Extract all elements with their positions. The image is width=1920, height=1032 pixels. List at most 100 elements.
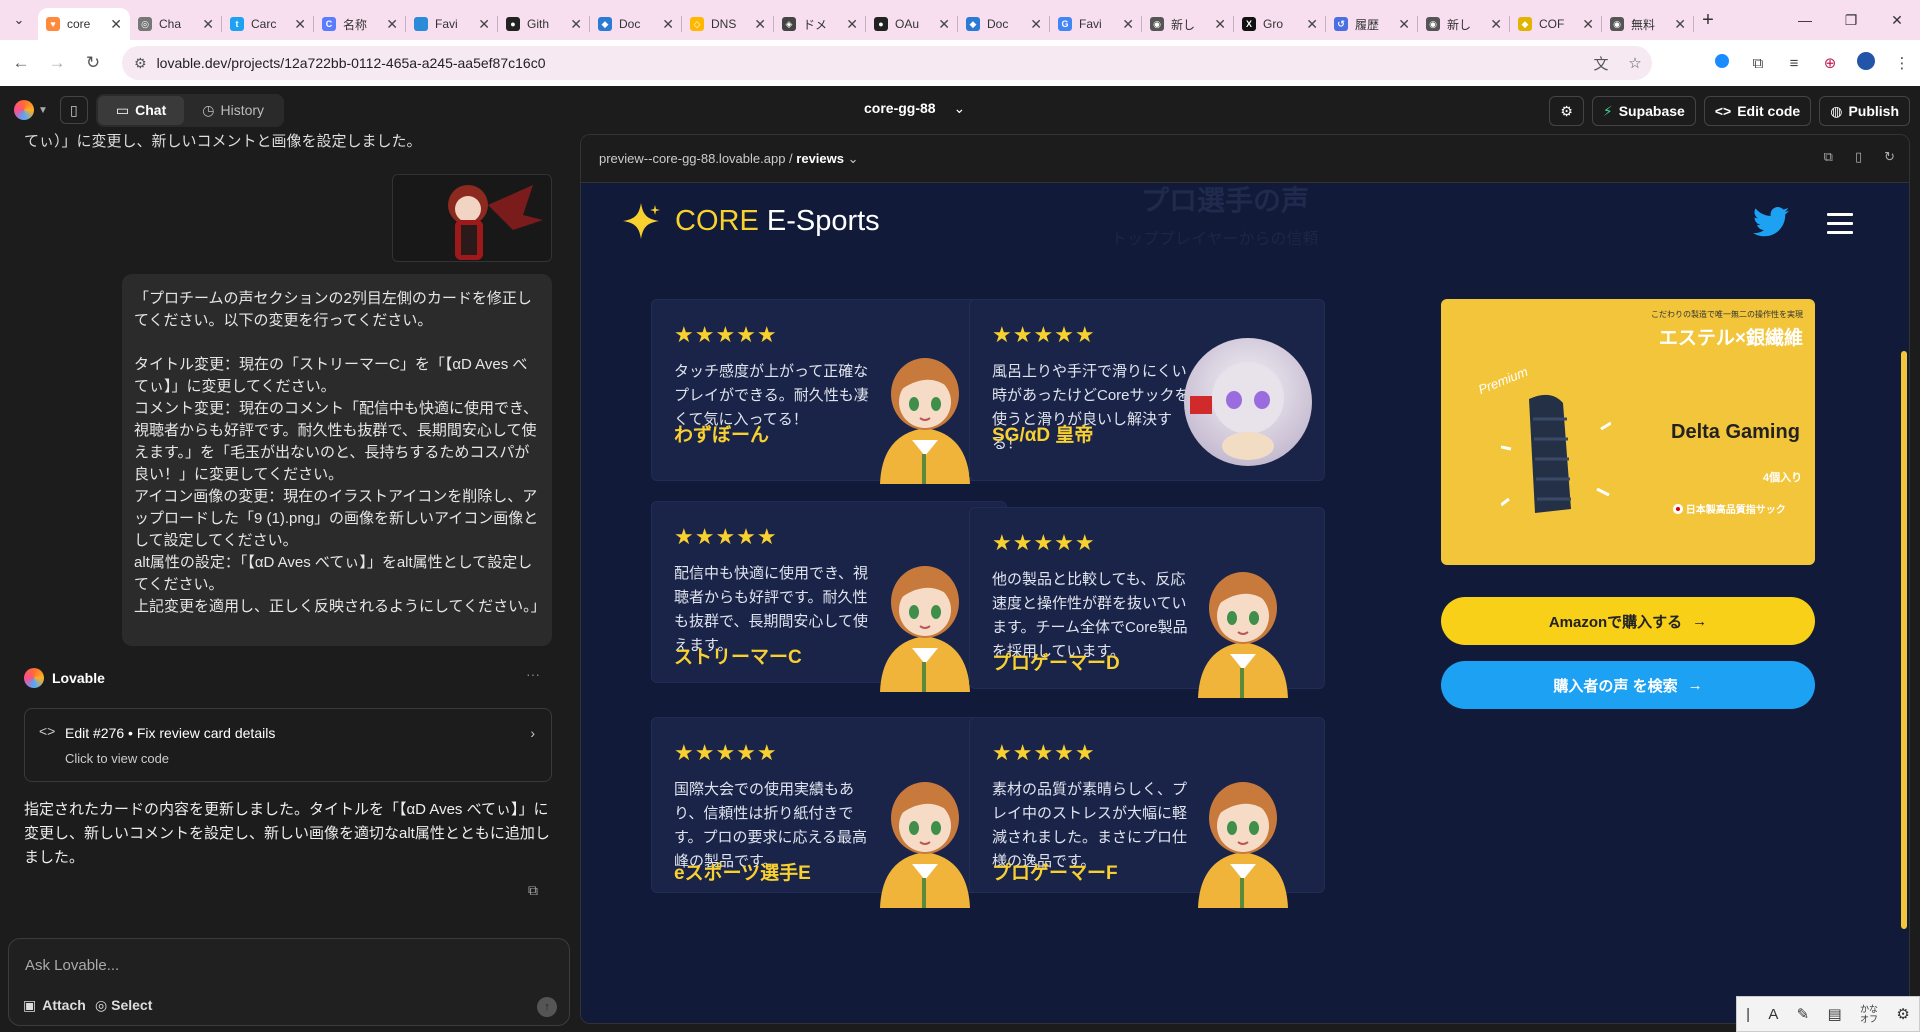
refresh-preview-icon[interactable]: ↻ <box>1884 149 1895 165</box>
tab-close-icon[interactable]: ✕ <box>294 16 306 33</box>
browser-tab[interactable]: ◆ COF ✕ <box>1510 8 1602 40</box>
mobile-view-icon[interactable]: ▯ <box>1855 149 1862 165</box>
tab-close-icon[interactable]: ✕ <box>1674 16 1686 33</box>
tab-close-icon[interactable]: ✕ <box>1582 16 1594 33</box>
browser-tab[interactable]: ◇ DNS ✕ <box>682 8 774 40</box>
amazon-buy-button[interactable]: Amazonで購入する → <box>1441 597 1815 645</box>
tab-close-icon[interactable]: ✕ <box>938 16 950 33</box>
edit-code-button[interactable]: <> Edit code <box>1703 96 1812 126</box>
search-reviews-button[interactable]: 購入者の声 を検索 → <box>1441 661 1815 709</box>
ime-mode-icon[interactable]: A <box>1768 1006 1778 1023</box>
tab-close-icon[interactable]: ✕ <box>570 16 582 33</box>
tab-close-icon[interactable]: ✕ <box>478 16 490 33</box>
send-button[interactable]: ↑ <box>537 997 557 1017</box>
new-tab-button[interactable]: + <box>1694 9 1722 32</box>
hamburger-menu-icon[interactable] <box>1827 213 1853 240</box>
tab-close-icon[interactable]: ✕ <box>662 16 674 33</box>
bookmark-star-icon[interactable]: ☆ <box>1618 54 1652 72</box>
profile-avatar[interactable] <box>1848 52 1884 74</box>
browser-toolbar: ← → ↻ ⚙ lovable.dev/projects/12a722bb-01… <box>0 40 1920 86</box>
tab-title: ドメ <box>803 17 828 32</box>
close-window-icon[interactable]: ✕ <box>1874 0 1920 40</box>
tab-close-icon[interactable]: ✕ <box>1490 16 1502 33</box>
supabase-button[interactable]: ⚡ Supabase <box>1591 96 1696 126</box>
browser-tab[interactable]: ◉ 無料 ✕ <box>1602 8 1694 40</box>
browser-tab[interactable]: ◆ Doc ✕ <box>958 8 1050 40</box>
tab-search-chevron-icon[interactable]: ⌄ <box>0 0 38 40</box>
ime-dict-icon[interactable]: ▤ <box>1828 1005 1842 1023</box>
settings-button[interactable]: ⚙ <box>1549 96 1584 126</box>
preview-url[interactable]: preview--core-gg-88.lovable.app / review… <box>599 151 859 167</box>
browser-menu-icon[interactable]: ⋮ <box>1884 54 1920 72</box>
twitter-icon[interactable] <box>1751 207 1791 237</box>
ime-kana-toggle[interactable]: かな オフ <box>1860 1004 1878 1024</box>
open-in-new-tab-icon[interactable]: ⧉ <box>1824 149 1833 165</box>
site-brand[interactable]: CORE E-Sports <box>621 201 880 241</box>
tab-close-icon[interactable]: ✕ <box>846 16 858 33</box>
chat-input[interactable]: Ask Lovable... ▣ Attach ◎ Select ↑ <box>8 938 570 1026</box>
brand-core: CORE <box>675 204 759 237</box>
translate-icon[interactable]: 文 <box>1584 53 1618 74</box>
preview-scrollbar[interactable] <box>1901 351 1907 929</box>
ime-settings-icon[interactable]: ⚙ <box>1896 1005 1909 1023</box>
window-controls: — ❐ ✕ <box>1782 0 1920 40</box>
browser-tab[interactable]: ◈ ドメ ✕ <box>774 8 866 40</box>
tab-close-icon[interactable]: ✕ <box>1030 16 1042 33</box>
browser-tab[interactable]: G Favi ✕ <box>1050 8 1142 40</box>
tab-close-icon[interactable]: ✕ <box>202 16 214 33</box>
reload-icon[interactable]: ↻ <box>78 48 108 78</box>
browser-tab[interactable]: ↺ 履歴 ✕ <box>1326 8 1418 40</box>
chat-input-placeholder: Ask Lovable... <box>25 957 120 974</box>
browser-tab[interactable]: ◉ 新し ✕ <box>1142 8 1234 40</box>
edit-card[interactable]: <> Edit #276 • Fix review card details C… <box>24 708 552 782</box>
attach-button[interactable]: ▣ Attach <box>23 997 86 1014</box>
assistant-header: Lovable <box>24 668 105 688</box>
browser-tab[interactable]: X Gro ✕ <box>1234 8 1326 40</box>
browser-tab[interactable]: ● OAu ✕ <box>866 8 958 40</box>
browser-tab[interactable]: Favi ✕ <box>406 8 498 40</box>
toggle-sidebar-button[interactable]: ▯ <box>59 96 88 124</box>
browser-tab[interactable]: ◆ Doc ✕ <box>590 8 682 40</box>
download-icon[interactable]: ⊕ <box>1812 54 1848 72</box>
minimize-icon[interactable]: — <box>1782 0 1828 40</box>
extension-blue-dot-icon[interactable] <box>1704 54 1740 72</box>
tab-close-icon[interactable]: ✕ <box>1306 16 1318 33</box>
tab-close-icon[interactable]: ✕ <box>1122 16 1134 33</box>
view-switcher: ▭ Chat ◷ History <box>95 93 285 127</box>
extensions-puzzle-icon[interactable]: ⧉ <box>1740 55 1776 72</box>
select-label: Select <box>111 997 153 1013</box>
more-options-icon[interactable]: ··· <box>526 666 540 682</box>
forward-icon[interactable]: → <box>42 48 72 78</box>
address-bar[interactable]: ⚙ lovable.dev/projects/12a722bb-0112-465… <box>122 46 1652 80</box>
browser-tab[interactable]: ♥ core ✕ <box>38 8 130 40</box>
select-button[interactable]: ◎ Select <box>95 997 152 1014</box>
tab-close-icon[interactable]: ✕ <box>1214 16 1226 33</box>
open-external-icon[interactable]: ⧉ <box>528 882 538 899</box>
url-text: lovable.dev/projects/12a722bb-0112-465a-… <box>156 55 546 71</box>
publish-button[interactable]: ◍ Publish <box>1819 96 1910 126</box>
project-name-dropdown[interactable]: core-gg-88 ⌄ <box>864 100 965 117</box>
browser-tab[interactable]: ● Gith ✕ <box>498 8 590 40</box>
ime-pad-icon[interactable]: ✎ <box>1797 1005 1810 1023</box>
tab-close-icon[interactable]: ✕ <box>110 16 122 33</box>
lovable-logo-menu[interactable]: ▼ <box>14 100 48 120</box>
tab-chat[interactable]: ▭ Chat <box>97 95 185 125</box>
browser-tab[interactable]: C 名称 ✕ <box>314 8 406 40</box>
site-info-icon[interactable]: ⚙ <box>134 55 147 72</box>
tab-close-icon[interactable]: ✕ <box>386 16 398 33</box>
tab-close-icon[interactable]: ✕ <box>754 16 766 33</box>
lovable-heart-icon <box>24 668 44 688</box>
globe-icon: ◍ <box>1830 102 1843 119</box>
restore-icon[interactable]: ❐ <box>1828 0 1874 40</box>
media-icon[interactable]: ≡ <box>1776 55 1812 72</box>
tab-close-icon[interactable]: ✕ <box>1398 16 1410 33</box>
tab-history[interactable]: ◷ History <box>184 96 282 125</box>
back-icon[interactable]: ← <box>6 48 36 78</box>
browser-tab[interactable]: ◎ Cha ✕ <box>130 8 222 40</box>
ime-handle-icon[interactable]: | <box>1746 1006 1750 1023</box>
tab-title: 名称 <box>343 17 368 32</box>
browser-tab[interactable]: ◉ 新し ✕ <box>1418 8 1510 40</box>
browser-tab[interactable]: t Carc ✕ <box>222 8 314 40</box>
uploaded-image-thumbnail[interactable] <box>392 174 552 262</box>
anime-character-thumbnail <box>393 175 551 261</box>
